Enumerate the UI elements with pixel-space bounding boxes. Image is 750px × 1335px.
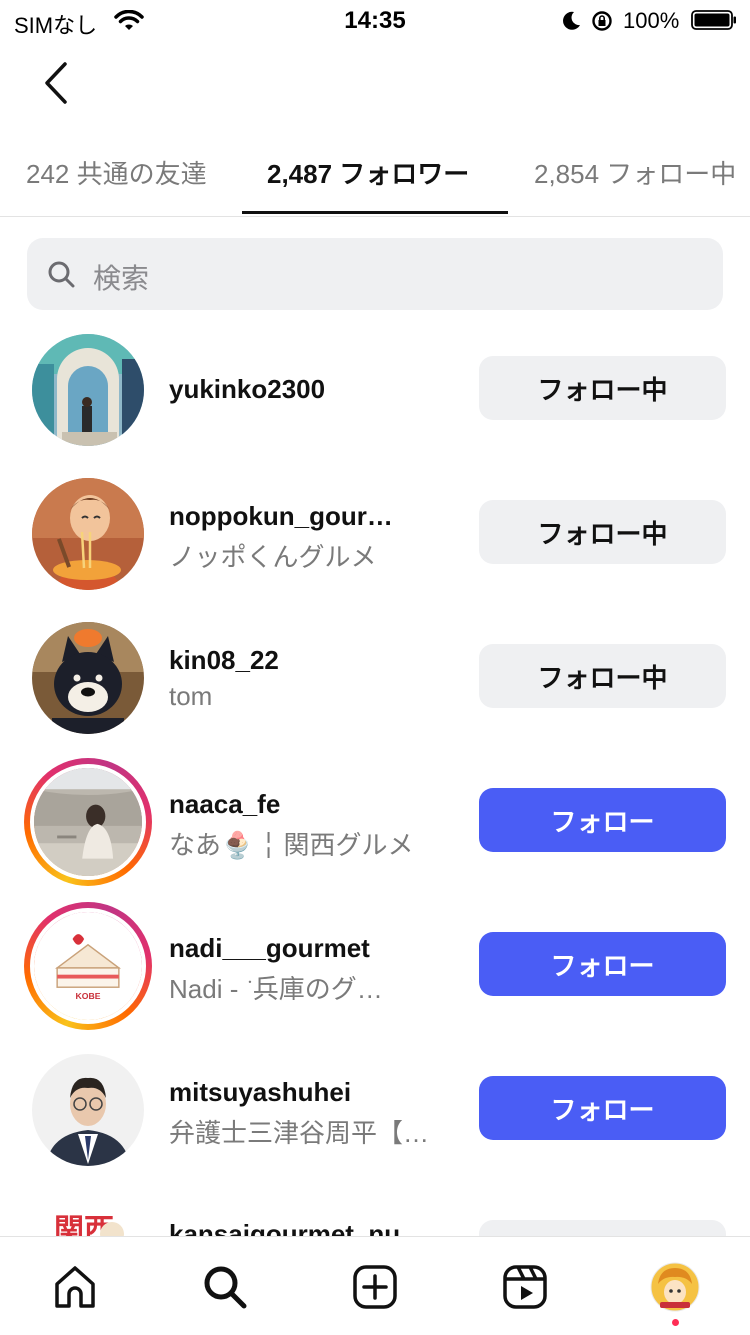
full-name: なあ🍨 ╎ 関西グルメ <box>169 830 414 860</box>
username[interactable]: noppokun_gour… <box>169 501 393 532</box>
full-name: Nadi ‐ ͘ 兵庫のグ… <box>169 974 383 1004</box>
avatar-photo <box>30 764 146 880</box>
avatar[interactable] <box>30 1052 146 1168</box>
search-icon <box>48 261 75 288</box>
full-name: tom <box>169 681 213 711</box>
search-tab[interactable] <box>199 1261 251 1313</box>
follow-button[interactable]: フォロー <box>479 932 726 996</box>
avatar-story-ring[interactable] <box>24 758 152 886</box>
follow-button[interactable]: フォロー <box>479 1076 726 1140</box>
notification-dot <box>672 1319 679 1326</box>
following-button[interactable]: フォロー中 <box>479 356 726 420</box>
battery-icon <box>691 10 736 30</box>
username[interactable]: yukinko2300 <box>169 374 325 405</box>
home-icon <box>55 1266 95 1308</box>
profile-tab[interactable] <box>649 1261 701 1313</box>
avatar-story-ring[interactable]: KOBE <box>24 902 152 1030</box>
search-placeholder: 検索 <box>93 263 150 294</box>
reels-tab[interactable] <box>499 1261 551 1313</box>
full-name: ノッポくんグルメ <box>169 542 377 572</box>
full-name: 弁護士三津谷周平【… <box>169 1118 430 1148</box>
avatar-photo <box>32 622 144 734</box>
list-item[interactable]: naaca_fe なあ🍨 ╎ 関西グルメ フォロー <box>0 754 750 898</box>
avatar-illustration: KOBE <box>30 908 146 1024</box>
moon-icon <box>563 11 580 30</box>
list-item[interactable]: KOBE nadi___gourmet Nadi ‐ ͘ 兵庫のグ… フォロー <box>0 898 750 1042</box>
list-item[interactable]: yukinko2300 フォロー中 <box>0 322 750 466</box>
profile-avatar <box>650 1262 700 1312</box>
username[interactable]: kin08_22 <box>169 645 279 676</box>
username[interactable]: naaca_fe <box>169 789 280 820</box>
list-item[interactable]: kin08_22 tom フォロー中 <box>0 610 750 754</box>
tab-bar: 242 共通の友達 2,487 フォロワー 2,854 フォロー中 <box>0 140 750 217</box>
bottom-tab-bar <box>0 1236 750 1335</box>
back-button[interactable] <box>36 58 76 108</box>
cake-logo-text: KOBE <box>75 991 100 1001</box>
battery-percent: 100% <box>623 8 680 33</box>
search-input[interactable]: 検索 <box>27 238 723 310</box>
username[interactable]: nadi___gourmet <box>169 933 370 964</box>
list-item[interactable]: mitsuyashuhei 弁護士三津谷周平【… フォロー <box>0 1042 750 1186</box>
follow-button[interactable]: フォロー <box>479 788 726 852</box>
avatar-illustration <box>32 478 144 590</box>
active-tab-indicator <box>242 211 508 214</box>
avatar[interactable] <box>30 476 146 592</box>
avatar[interactable] <box>30 332 146 448</box>
avatar[interactable] <box>30 620 146 736</box>
username[interactable]: mitsuyashuhei <box>169 1077 351 1108</box>
tab-mutual-friends[interactable]: 242 共通の友達 <box>26 154 207 191</box>
search-icon <box>204 1266 247 1309</box>
home-tab[interactable] <box>49 1261 101 1313</box>
avatar-photo <box>32 1054 144 1166</box>
chevron-left-icon <box>45 62 67 104</box>
rotation-lock-icon <box>592 11 612 31</box>
list-item[interactable]: noppokun_gour… ノッポくんグルメ フォロー中 <box>0 466 750 610</box>
following-button[interactable]: フォロー中 <box>479 500 726 564</box>
create-icon <box>353 1265 397 1309</box>
tab-followers[interactable]: 2,487 フォロワー <box>267 154 469 191</box>
following-button[interactable]: フォロー中 <box>479 644 726 708</box>
tab-following[interactable]: 2,854 フォロー中 <box>534 154 736 191</box>
status-bar: SIMなし 14:35 100% <box>0 0 750 44</box>
create-tab[interactable] <box>349 1261 401 1313</box>
avatar-photo <box>32 334 144 446</box>
reels-icon <box>503 1265 547 1309</box>
